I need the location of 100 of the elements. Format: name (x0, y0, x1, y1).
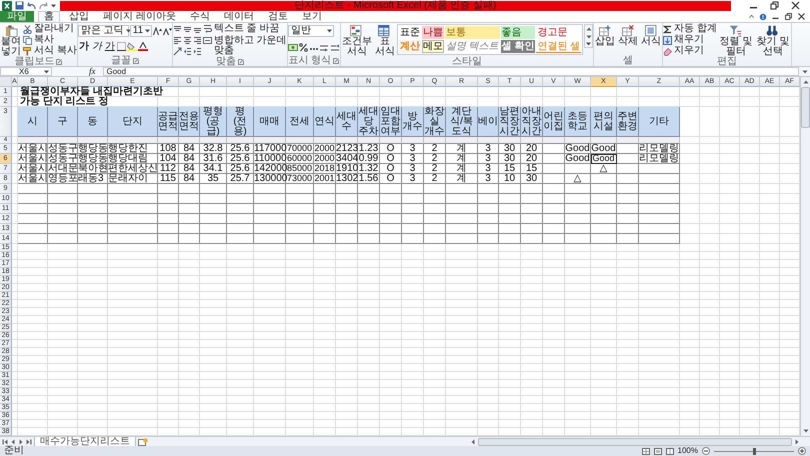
vertical-scrollbar[interactable] (800, 77, 810, 436)
ribbon-tab[interactable]: 수식 (184, 11, 215, 22)
increase-decimal-icon[interactable] (318, 42, 329, 52)
fill-color-icon[interactable] (126, 42, 137, 50)
close-icon[interactable] (791, 1, 800, 10)
clipboard-button[interactable]: 잘라내기 (23, 24, 77, 34)
orientation-icon[interactable] (172, 46, 182, 56)
table-cell: 15 (499, 164, 521, 174)
dialog-launcher-icon[interactable] (132, 58, 139, 64)
dialog-launcher-icon[interactable] (56, 59, 62, 65)
cell-style-button[interactable]: 셀 확인 (500, 40, 536, 53)
clipboard-button[interactable]: 서식 복사 (23, 46, 77, 56)
table-cell (499, 184, 521, 194)
sheet-tab[interactable]: 매수가능단지리스트 (34, 436, 136, 446)
paste-button[interactable]: 붙여넣기 (0, 24, 22, 57)
grow-font-icon[interactable] (152, 26, 162, 36)
find-select-button[interactable]: 찾기 및 선택 (754, 24, 791, 57)
close-icon[interactable] (798, 12, 806, 20)
table-format-button[interactable]: 표 서식 (374, 24, 396, 57)
editing-button[interactable]: 채우기 (663, 35, 717, 45)
table-cell (48, 194, 78, 204)
caret-icon[interactable] (51, 4, 56, 8)
decrease-decimal-icon[interactable] (330, 42, 340, 52)
table-cell: 3 (478, 144, 499, 154)
ribbon-tab[interactable]: 보기 (296, 11, 327, 22)
table-cell (179, 204, 200, 214)
sort-filter-button[interactable]: 정렬 및 필터 (718, 24, 754, 57)
undo-icon[interactable] (27, 2, 36, 10)
zoom-level[interactable]: 100% (678, 447, 698, 455)
conditional-format-button[interactable]: 조건부 서식 (340, 24, 373, 57)
file-tab[interactable]: 파일 (0, 11, 34, 22)
save-icon[interactable] (15, 1, 24, 10)
delete-cells-button[interactable]: 삭제 (617, 24, 640, 47)
table-cell (402, 204, 424, 214)
zoom-out-icon[interactable] (702, 447, 710, 455)
header-cell: 전세 (286, 107, 314, 137)
minimize-ribbon-icon[interactable] (748, 14, 754, 20)
scroll-thumb[interactable] (801, 87, 810, 128)
align-center-icon[interactable] (182, 36, 192, 44)
table-cell: 서울시 (18, 174, 48, 184)
dialog-launcher-icon[interactable] (238, 59, 244, 65)
editing-button[interactable]: 자동 합계 (663, 24, 717, 34)
increase-indent-icon[interactable] (192, 46, 202, 56)
format-cells-button[interactable]: 서식 (640, 24, 662, 47)
restore-icon[interactable] (770, 1, 779, 10)
borders-icon[interactable] (116, 42, 126, 50)
clipboard-button[interactable]: 복사 (23, 35, 77, 45)
align-middle-icon[interactable] (182, 24, 192, 34)
font-dropdown[interactable]: 맑은 고딕 (78, 25, 129, 37)
gallery-scrollbar[interactable] (584, 24, 594, 48)
cell-style-button[interactable]: 나쁨 (422, 26, 444, 39)
help-icon[interactable] (760, 13, 766, 20)
align-left-icon[interactable] (172, 36, 182, 44)
table-cell (499, 214, 521, 224)
number-format-dropdown[interactable]: 일반 (288, 25, 334, 37)
wrap-text-button[interactable]: 텍스트 줄 바꿈 (202, 24, 287, 34)
cell-style-button[interactable]: 설명 텍스트 (444, 40, 500, 53)
table-cell (48, 224, 78, 234)
table-cell (179, 224, 200, 234)
percent-icon[interactable] (298, 42, 308, 52)
table-cell: 25.6 (227, 144, 254, 154)
ribbon-tab[interactable]: 페이지 레이아웃 (98, 11, 181, 22)
shrink-font-icon[interactable] (162, 26, 172, 36)
header-cell: 계단식/복도식 (446, 107, 478, 137)
formula-field[interactable]: Good (102, 67, 799, 76)
table-cell (639, 194, 680, 204)
font-size-dropdown[interactable]: 11 (130, 25, 152, 37)
page-break-view-icon[interactable] (666, 448, 674, 454)
ribbon-tab[interactable]: 삽입 (64, 11, 94, 22)
name-box[interactable]: X6 (0, 67, 52, 76)
align-right-icon[interactable] (192, 36, 202, 44)
function-button[interactable]: fx (85, 67, 100, 76)
new-sheet-icon[interactable] (138, 438, 148, 446)
ribbon-tab[interactable]: 검토 (262, 11, 293, 22)
sheet-nav-icon[interactable] (26, 438, 32, 444)
font-color-icon[interactable] (138, 42, 148, 50)
slider-thumb[interactable] (753, 448, 756, 454)
dialog-launcher-icon[interactable] (333, 58, 340, 64)
cell-style-button[interactable]: 메모 (422, 40, 444, 53)
underline-button[interactable]: 가 (104, 40, 116, 52)
sheet-nav-icon[interactable] (2, 438, 8, 444)
align-top-icon[interactable] (172, 24, 182, 34)
cell-style-button[interactable]: 보통 (444, 26, 500, 39)
restore-icon[interactable] (784, 12, 792, 20)
cell-style-button[interactable]: 좋음 (500, 26, 536, 39)
table-cell (565, 184, 591, 194)
zoom-in-icon[interactable] (798, 447, 806, 455)
decrease-indent-icon[interactable] (182, 46, 192, 56)
currency-icon[interactable] (288, 42, 298, 52)
page-layout-view-icon[interactable] (654, 448, 662, 454)
editing-button[interactable]: 지우기 (663, 46, 717, 56)
normal-view-icon[interactable] (642, 448, 650, 454)
insert-cells-button[interactable]: 삽입 (594, 24, 616, 47)
italic-button[interactable]: 가 (90, 40, 103, 52)
bold-button[interactable]: 가 (78, 40, 90, 52)
ribbon-tab[interactable]: 데이터 (218, 11, 259, 22)
cell-style-button[interactable]: 표준 (398, 26, 421, 39)
ribbon-tab[interactable]: 홈 (38, 11, 60, 22)
redo-icon[interactable] (39, 2, 48, 10)
merge-center-button[interactable]: 병합하고 가운데 맞춤 (202, 36, 287, 56)
